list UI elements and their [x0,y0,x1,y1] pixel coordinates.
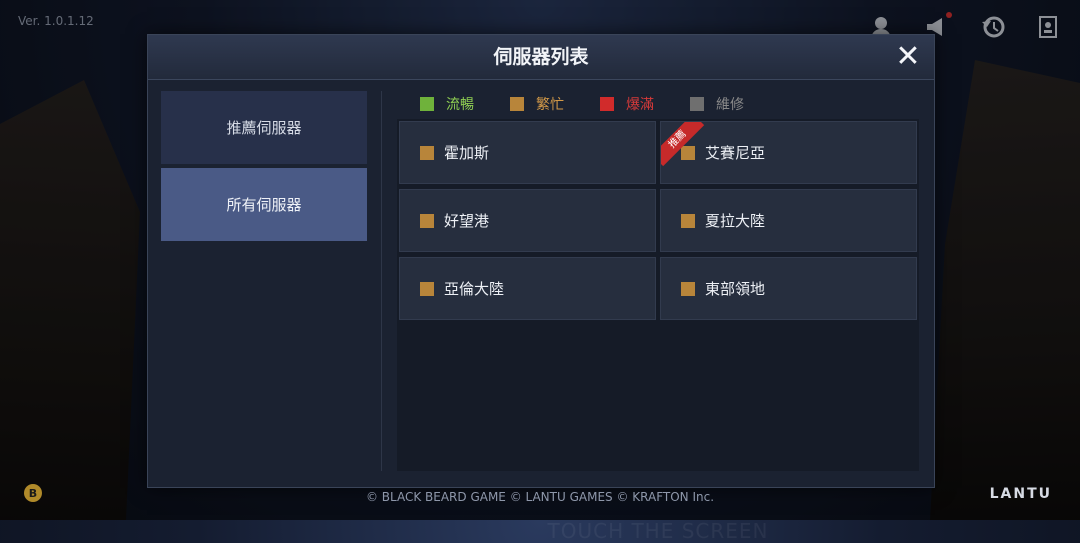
server-item[interactable]: 推薦 艾賽尼亞 [660,121,917,184]
legend-smooth: 流暢 [420,94,474,114]
legend-maintenance: 維修 [690,94,744,114]
server-status-indicator [420,213,434,228]
tab-all-servers[interactable]: 所有伺服器 [161,168,367,241]
legend-label: 繁忙 [536,97,564,113]
server-status-indicator [681,145,695,160]
server-category-sidebar: 推薦伺服器 所有伺服器 [161,91,367,245]
server-grid: 霍加斯 推薦 艾賽尼亞 好望港 夏拉大陸 亞倫大陸 東部領地 [399,121,917,320]
legend-label: 維修 [716,97,744,113]
server-status-indicator [420,145,434,160]
server-item[interactable]: 好望港 [399,189,656,252]
legend-swatch [510,97,524,111]
server-name: 夏拉大陸 [705,212,766,230]
legend-swatch [600,97,614,111]
legend-swatch [690,97,704,111]
status-legend: 流暢 繁忙 爆滿 維修 [420,91,744,117]
server-list-area: 霍加斯 推薦 艾賽尼亞 好望港 夏拉大陸 亞倫大陸 東部領地 TOUCH THE… [397,119,919,543]
server-item[interactable]: 霍加斯 [399,121,656,184]
dialog-header: 伺服器列表 ✕ [148,35,934,80]
server-name: 艾賽尼亞 [705,144,766,162]
lantu-logo: LANTU [989,486,1052,502]
close-button[interactable]: ✕ [892,41,924,73]
server-item[interactable]: 夏拉大陸 [660,189,917,252]
server-item[interactable]: 東部領地 [660,257,917,320]
server-name: 東部領地 [705,280,766,298]
server-name: 霍加斯 [444,144,490,162]
server-list-dialog: 伺服器列表 ✕ 推薦伺服器 所有伺服器 流暢 繁忙 爆滿 維修 霍加斯 推薦 艾… [147,34,935,543]
server-status-indicator [420,281,434,296]
dialog-title: 伺服器列表 [493,46,589,68]
server-name: 好望港 [444,212,490,230]
tab-recommended-servers[interactable]: 推薦伺服器 [161,91,367,164]
legend-full: 爆滿 [600,94,654,114]
legend-label: 流暢 [446,97,474,113]
legend-busy: 繁忙 [510,94,564,114]
server-status-indicator [681,213,695,228]
server-name: 亞倫大陸 [444,280,505,298]
copyright-footer: © BLACK BEARD GAME © LANTU GAMES © KRAFT… [365,490,715,504]
server-item[interactable]: 亞倫大陸 [399,257,656,320]
divider [381,91,382,471]
touch-screen-hint: TOUCH THE SCREEN [547,519,769,543]
legend-label: 爆滿 [626,97,654,113]
legend-swatch [420,97,434,111]
server-status-indicator [681,281,695,296]
